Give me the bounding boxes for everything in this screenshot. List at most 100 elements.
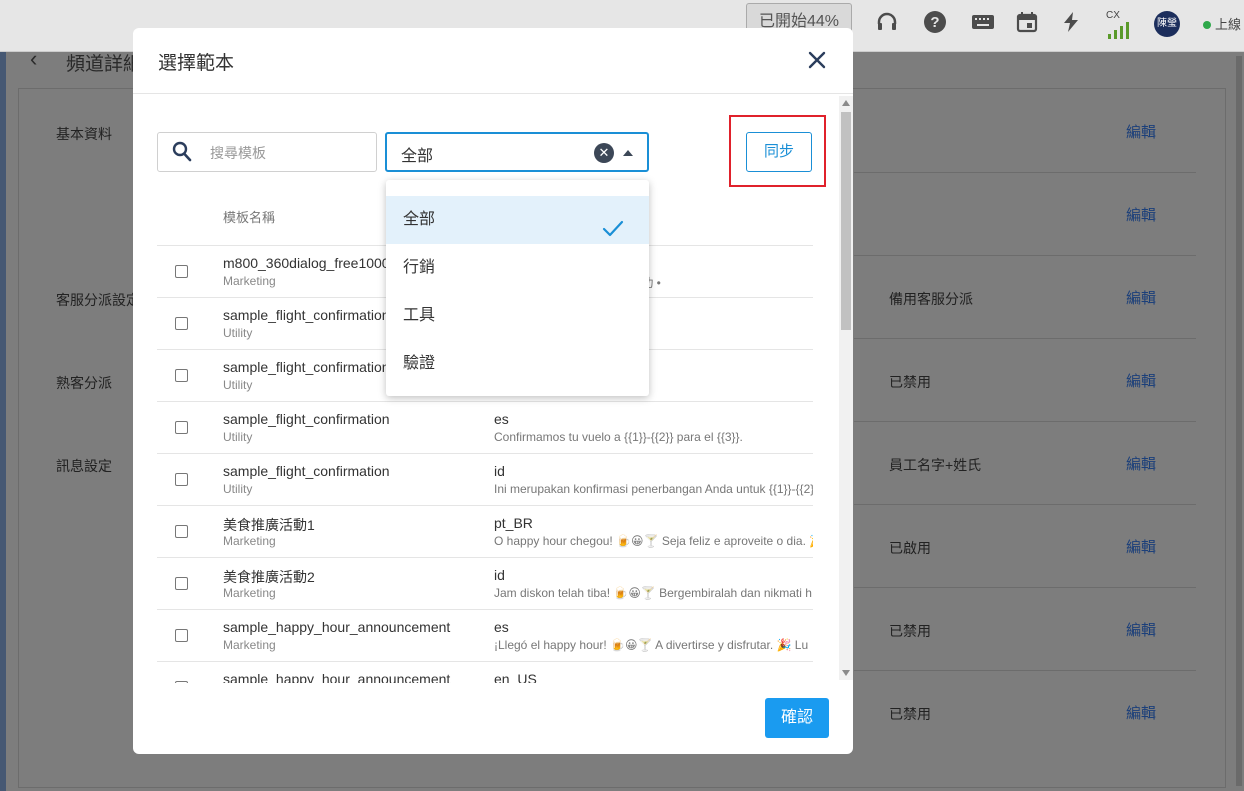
- calendar-icon[interactable]: [1014, 10, 1040, 36]
- template-category: Utility: [223, 326, 253, 340]
- dropdown-option-marketing[interactable]: 行銷: [386, 244, 649, 292]
- template-category: Marketing: [223, 534, 276, 548]
- page-title: 頻道詳細: [66, 54, 143, 75]
- divider: [854, 421, 1196, 422]
- scrollbar-thumb[interactable]: [841, 112, 851, 330]
- setting-value: 備用客服分派: [889, 291, 973, 307]
- back-arrow-icon[interactable]: ‹: [30, 46, 37, 72]
- dropdown-option-label: 驗證: [403, 355, 436, 372]
- divider: [854, 255, 1196, 256]
- sync-button[interactable]: 同步: [746, 132, 812, 172]
- svg-text:?: ?: [930, 14, 939, 31]
- template-body: O happy hour chegou! 🍺😀🍸 Seja feliz e ap…: [494, 534, 813, 548]
- search-input[interactable]: [210, 142, 360, 164]
- template-language: pt_BR: [494, 515, 533, 531]
- template-category: Utility: [223, 482, 253, 496]
- page-scrollbar[interactable]: [1236, 56, 1242, 786]
- template-name: sample_happy_hour_announcement: [223, 671, 451, 683]
- template-name: 美食推廣活動1: [223, 517, 315, 533]
- dropdown-option-label: 行銷: [403, 259, 436, 276]
- dropdown-option-all[interactable]: 全部: [386, 196, 649, 244]
- template-language: id: [494, 567, 505, 583]
- check-icon: [602, 210, 624, 237]
- avatar[interactable]: 陳瑩: [1154, 11, 1180, 37]
- dropdown-option-authentication[interactable]: 驗證: [386, 340, 649, 388]
- template-body: Confirmamos tu vuelo a {{1}}-{{2}} para …: [494, 430, 743, 444]
- table-row[interactable]: 美食推廣活動1 Marketing pt_BR O happy hour che…: [157, 506, 813, 558]
- section-label-basic: 基本資料: [56, 126, 112, 142]
- template-language: es: [494, 619, 509, 635]
- template-language: en_US: [494, 671, 537, 683]
- dropdown-option-utility[interactable]: 工具: [386, 292, 649, 340]
- table-row[interactable]: 美食推廣活動2 Marketing id Jam diskon telah ti…: [157, 558, 813, 610]
- row-checkbox[interactable]: [175, 369, 188, 382]
- template-name: sample_happy_hour_announcement: [223, 619, 451, 635]
- template-category: Marketing: [223, 638, 276, 652]
- row-checkbox[interactable]: [175, 525, 188, 538]
- help-icon[interactable]: ?: [922, 10, 948, 36]
- modal-header: 選擇範本: [133, 28, 853, 94]
- edit-link[interactable]: 編輯: [1126, 702, 1156, 723]
- row-checkbox[interactable]: [175, 317, 188, 330]
- divider: [854, 172, 1196, 173]
- divider: [854, 338, 1196, 339]
- edit-link[interactable]: 編輯: [1126, 204, 1156, 225]
- close-icon[interactable]: [805, 48, 829, 72]
- modal-scrollbar[interactable]: [839, 96, 853, 680]
- column-header-template-name: 模板名稱: [223, 210, 276, 225]
- row-checkbox[interactable]: [175, 421, 188, 434]
- edit-link[interactable]: 編輯: [1126, 619, 1156, 640]
- template-category: Utility: [223, 378, 253, 392]
- edit-link[interactable]: 編輯: [1126, 536, 1156, 557]
- caret-up-icon[interactable]: [623, 150, 633, 156]
- template-body: ¡Llegó el happy hour! 🍺😀🍸 A divertirse y…: [494, 638, 809, 652]
- search-box[interactable]: [157, 132, 377, 172]
- template-body: Ini merupakan konfirmasi penerbangan And…: [494, 482, 813, 496]
- cx-label: CX: [1106, 10, 1120, 21]
- template-language: es: [494, 411, 509, 427]
- table-row[interactable]: sample_happy_hour_announcement Marketing…: [157, 610, 813, 662]
- table-row[interactable]: sample_happy_hour_announcement en_US: [157, 662, 813, 683]
- setting-value: 員工名字+姓氏: [889, 457, 982, 473]
- template-name: sample_flight_confirmation: [223, 359, 390, 375]
- table-row[interactable]: sample_flight_confirmation Utility es Co…: [157, 402, 813, 454]
- row-checkbox[interactable]: [175, 265, 188, 278]
- edit-link[interactable]: 編輯: [1126, 370, 1156, 391]
- row-checkbox[interactable]: [175, 629, 188, 642]
- confirm-button[interactable]: 確認: [765, 698, 829, 738]
- template-name: m800_360dialog_free1000: [223, 255, 390, 271]
- row-checkbox[interactable]: [175, 577, 188, 590]
- template-name: sample_flight_confirmation: [223, 411, 390, 427]
- online-status[interactable]: 上線: [1203, 14, 1241, 33]
- setting-value: 已禁用: [889, 374, 931, 390]
- edit-link[interactable]: 編輯: [1126, 287, 1156, 308]
- category-select-value: 全部: [401, 148, 434, 165]
- category-select[interactable]: 全部 ✕: [385, 132, 649, 172]
- section-label-returning: 熟客分派: [56, 375, 112, 391]
- flash-icon[interactable]: [1058, 10, 1084, 36]
- divider: [854, 504, 1196, 505]
- edit-link[interactable]: 編輯: [1126, 453, 1156, 474]
- section-label-assignment: 客服分派設定: [56, 292, 140, 308]
- row-checkbox[interactable]: [175, 681, 188, 683]
- keyboard-icon[interactable]: [970, 10, 996, 36]
- template-category: Marketing: [223, 586, 276, 600]
- template-body: Jam diskon telah tiba! 🍺😀🍸 Bergembiralah…: [494, 586, 812, 600]
- signal-bars-icon: [1108, 22, 1129, 39]
- row-checkbox[interactable]: [175, 473, 188, 486]
- headset-icon[interactable]: [874, 10, 900, 36]
- template-language: id: [494, 463, 505, 479]
- left-nav-strip: [0, 52, 6, 791]
- dropdown-option-label: 全部: [403, 211, 436, 228]
- template-category: Marketing: [223, 274, 276, 288]
- modal-title: 選擇範本: [158, 53, 235, 74]
- template-name: sample_flight_confirmation: [223, 307, 390, 323]
- clear-icon[interactable]: ✕: [594, 143, 614, 163]
- setting-value: 已禁用: [889, 706, 931, 722]
- template-name: sample_flight_confirmation: [223, 463, 390, 479]
- cx-signal: CX: [1106, 10, 1134, 39]
- scroll-down-icon[interactable]: [842, 670, 850, 676]
- edit-link[interactable]: 編輯: [1126, 121, 1156, 142]
- table-row[interactable]: sample_flight_confirmation Utility id In…: [157, 454, 813, 506]
- scroll-up-icon[interactable]: [842, 100, 850, 106]
